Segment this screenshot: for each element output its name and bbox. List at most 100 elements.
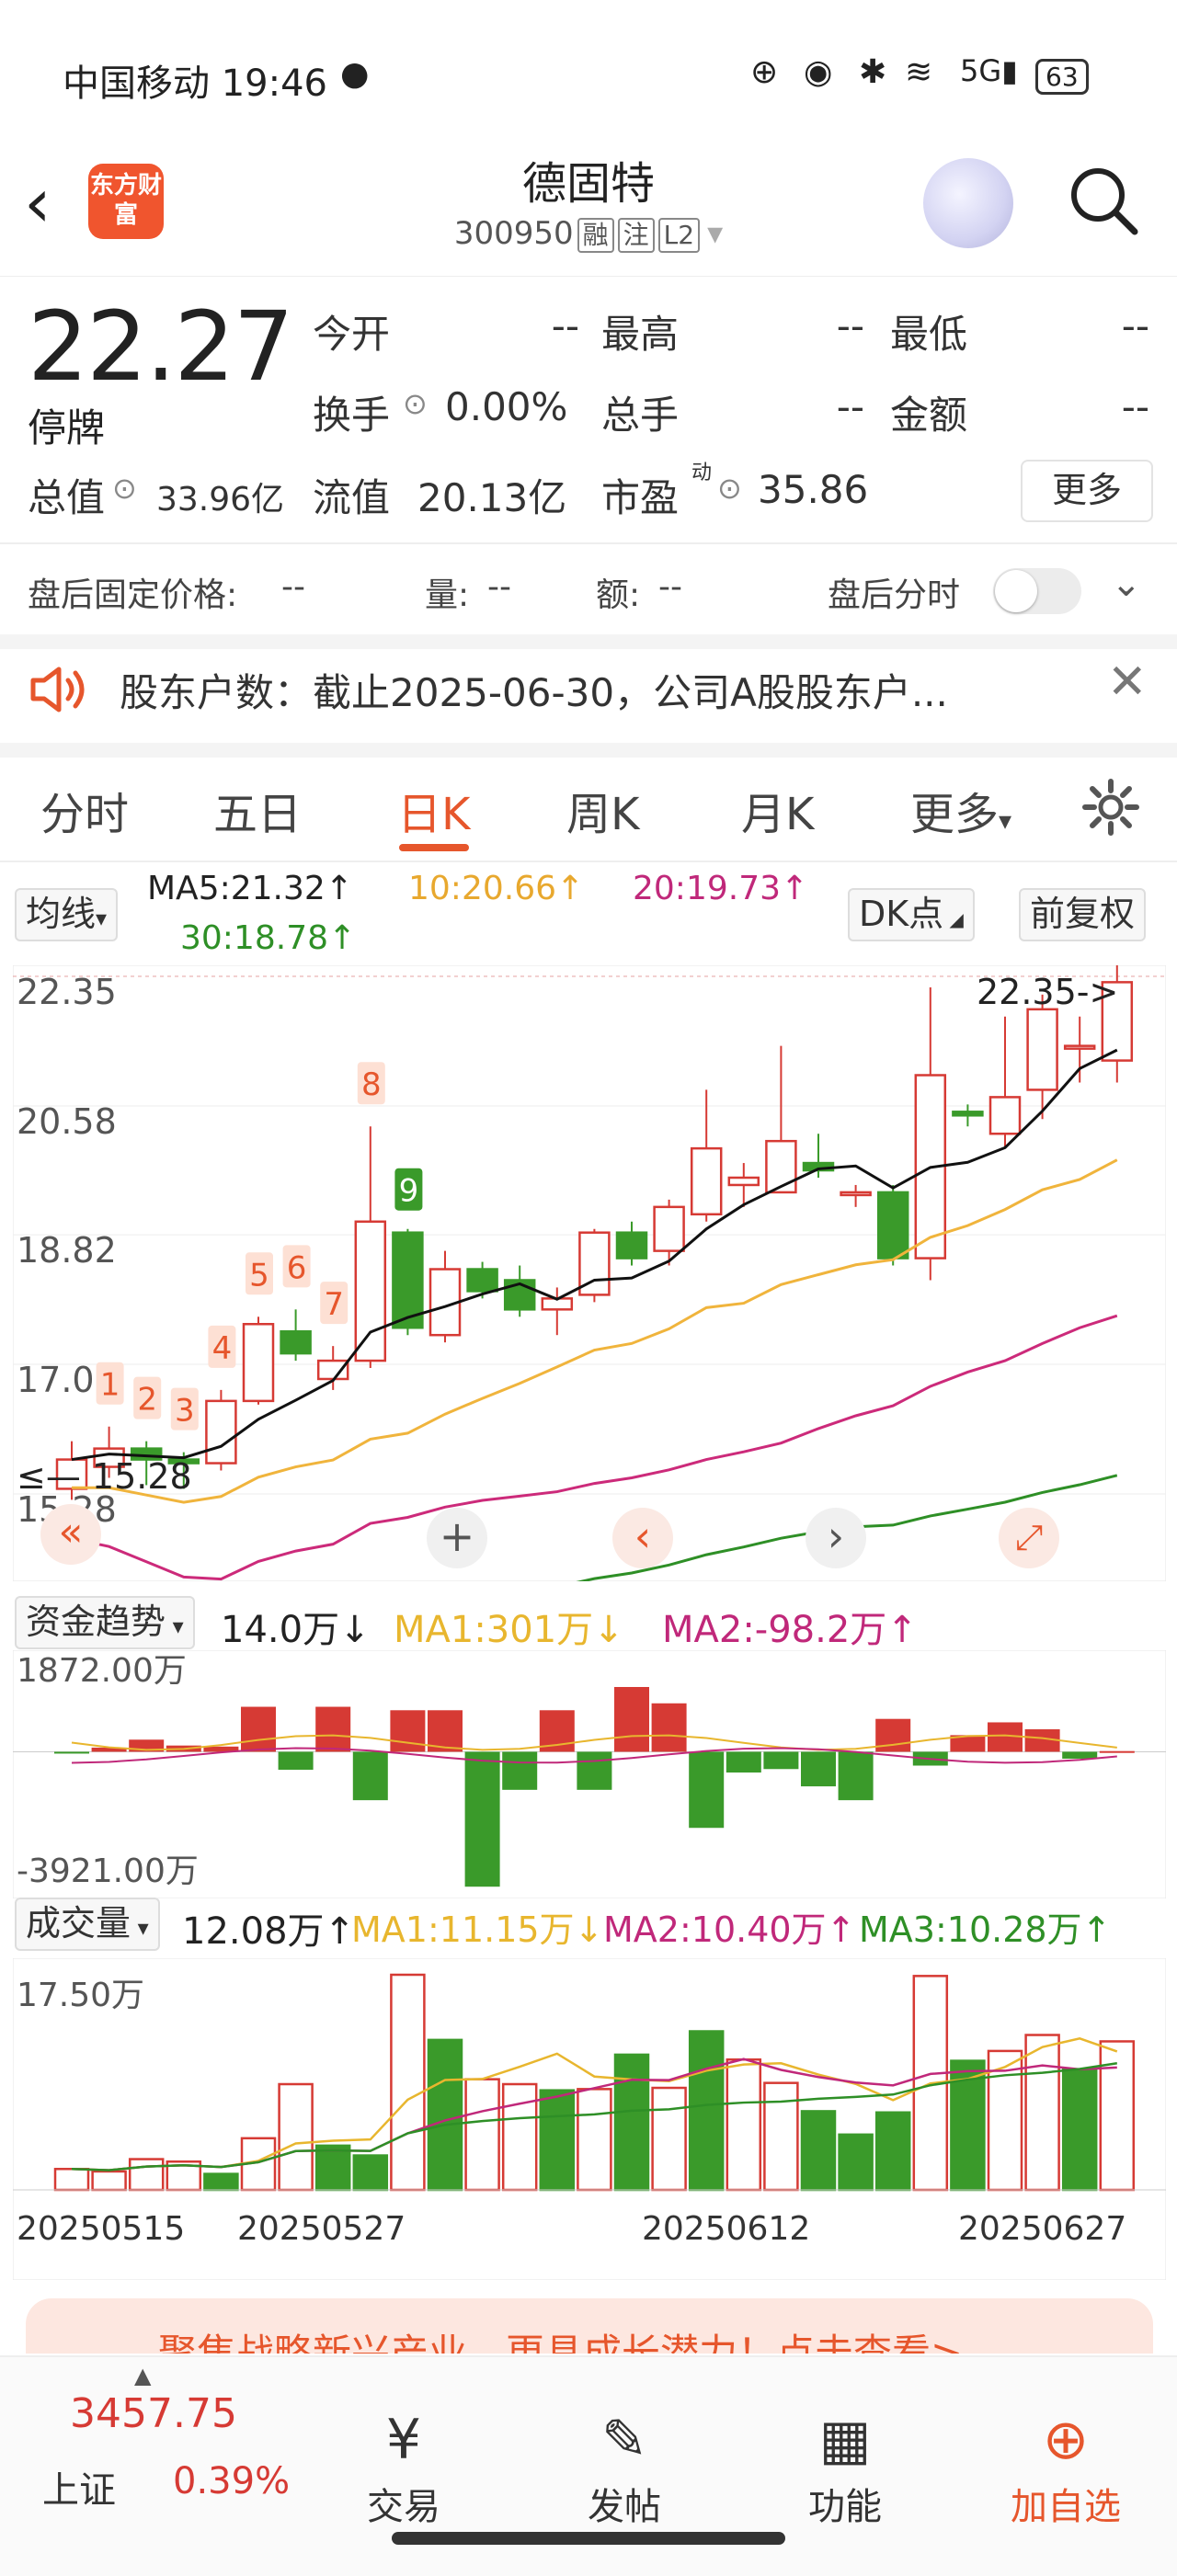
low-label: 最低: [890, 312, 968, 357]
pe-superscript: 动: [691, 462, 713, 484]
volume-bar: [838, 2133, 874, 2192]
close-icon[interactable]: ✕: [1107, 655, 1148, 710]
flow-bar: [352, 1751, 388, 1801]
wechat-icon: ●: [340, 55, 370, 93]
volume-x-tick: 20250515: [17, 2210, 185, 2248]
k-signal-marker: 9: [394, 1168, 423, 1211]
k-signal-marker: 6: [282, 1245, 311, 1288]
search-icon[interactable]: [1067, 164, 1140, 237]
flow-bar: [689, 1751, 725, 1829]
rewind-icon[interactable]: «: [40, 1504, 101, 1565]
fullscreen-icon[interactable]: ⤢: [999, 1508, 1059, 1568]
volume-ma2: MA2:10.40万↑: [603, 1909, 856, 1950]
volume-chart: 17.50万 20250515 20250527 20250612 20250627: [13, 1958, 1166, 2280]
dk-point-button[interactable]: DK点 ◢: [848, 888, 975, 941]
chart-prev-button[interactable]: ‹: [612, 1508, 673, 1568]
shareholder-notice[interactable]: 股东户数：截止2025-06-30，公司A股股东户...: [120, 662, 948, 718]
volume-ma1: MA1:11.15万↓: [351, 1909, 604, 1950]
k-signal-marker: 8: [357, 1062, 385, 1105]
volume-bar: [651, 2086, 687, 2192]
carrier-time: 中国移动 19:46: [63, 63, 327, 105]
flow-bar: [763, 1751, 799, 1770]
float-label: 流值: [313, 475, 391, 520]
tab-more[interactable]: 更多▾: [910, 778, 1011, 842]
nav-add-watchlist[interactable]: ⊕ 加自选: [997, 2403, 1135, 2530]
chart-next-button[interactable]: ›: [806, 1508, 866, 1568]
index-name[interactable]: 上证: [42, 2460, 116, 2513]
index-change: 0.39%: [173, 2460, 291, 2502]
ma10-label: 10:20.66↑: [408, 870, 585, 907]
volume-x-tick: 20250612: [642, 2210, 810, 2248]
tab-daily-k[interactable]: 日K: [397, 778, 470, 842]
nfc-icon: ⊕: [750, 53, 779, 91]
mktcap-value: 33.96亿: [156, 481, 285, 519]
amount-value: --: [1121, 384, 1149, 429]
fund-trend-select[interactable]: 资金趋势 ▾: [15, 1596, 195, 1649]
svg-text:9: 9: [399, 1173, 419, 1210]
after-hours-toggle[interactable]: [993, 568, 1081, 614]
signal-icon: 5G▮: [960, 53, 1018, 88]
flow-bar: [801, 1751, 836, 1787]
k-candle-body: [280, 1329, 312, 1355]
nav-post[interactable]: ✎ 发帖: [555, 2403, 693, 2530]
tag-rong: 融: [577, 218, 614, 253]
nav-functions[interactable]: ▦ 功能: [776, 2403, 914, 2530]
tab-monthly-k[interactable]: 月K: [741, 778, 814, 842]
k-price-marker: 22.35->: [977, 972, 1118, 1012]
volume-bar: [203, 2172, 239, 2192]
total-hands-value: --: [836, 384, 864, 429]
high-label: 最高: [601, 312, 680, 357]
promo-banner[interactable]: 聚焦战略新兴产业，更具成长潜力！点击查看>: [26, 2298, 1153, 2354]
after-hours-price: --: [281, 568, 305, 606]
adjustment-select[interactable]: 前复权: [1019, 888, 1147, 941]
flow-bar: [464, 1751, 500, 1887]
speaker-icon: [30, 667, 85, 712]
volume-bar: [390, 1973, 426, 2192]
volume-bar: [128, 2158, 165, 2192]
bluetooth-icon: ✱: [859, 53, 887, 91]
dropdown-icon[interactable]: ▾: [707, 215, 723, 252]
robot-assistant-icon[interactable]: [923, 158, 1013, 248]
mktcap-info-icon[interactable]: ⊙: [112, 471, 137, 506]
turnover-label: 换手: [313, 393, 391, 438]
volume-x-tick: 20250527: [237, 2210, 406, 2248]
volume-x-tick: 20250627: [958, 2210, 1126, 2248]
k-candle-body: [1026, 1008, 1058, 1091]
chevron-down-icon[interactable]: ⌄: [1111, 563, 1142, 605]
k-candle-body: [876, 1191, 909, 1260]
k-low-marker: ≤— 15.28: [17, 1456, 192, 1497]
k-candle-body: [952, 1111, 984, 1117]
more-quote-button[interactable]: 更多: [1021, 460, 1153, 522]
tag-zhu: 注: [617, 218, 655, 253]
settings-gear-icon[interactable]: [1081, 778, 1140, 837]
nav-trade[interactable]: ¥ 交易: [335, 2403, 473, 2530]
k-candle-body: [765, 1139, 797, 1194]
ma20-label: 20:19.73↑: [633, 870, 809, 907]
after-hours-vol: --: [487, 568, 511, 606]
tab-five-day[interactable]: 五日: [213, 778, 302, 842]
divider: [0, 634, 1177, 649]
ma-type-select[interactable]: 均线▾: [15, 888, 119, 941]
current-price: 22.27: [28, 291, 294, 403]
crosshair-add-icon[interactable]: +: [427, 1508, 487, 1568]
turnover-info-icon[interactable]: ⊙: [403, 386, 428, 421]
k-signal-marker: 7: [320, 1282, 349, 1325]
index-value[interactable]: 3457.75: [70, 2390, 237, 2437]
battery-icon: 63: [1035, 59, 1089, 95]
plus-circle-icon: ⊕: [1042, 2408, 1090, 2472]
after-hours-vol-label: 量:: [425, 576, 470, 614]
pe-info-icon[interactable]: ⊙: [717, 471, 742, 506]
daily-k-chart[interactable]: 22.3520.5818.8217.0515.2812345678922.35-…: [13, 965, 1166, 1581]
k-candle-body: [653, 1205, 685, 1252]
volume-bar: [1024, 2034, 1060, 2192]
flow-y-max: 1872.00万: [17, 1652, 187, 1690]
volume-bar: [1061, 2068, 1098, 2192]
tab-weekly-k[interactable]: 周K: [566, 778, 639, 842]
tab-intraday[interactable]: 分时: [40, 778, 129, 842]
volume-bar: [874, 2111, 911, 2192]
divider: [0, 861, 1177, 862]
volume-select[interactable]: 成交量 ▾: [15, 1898, 160, 1951]
flow-bar: [651, 1703, 687, 1752]
flow-bar: [838, 1751, 874, 1801]
k-signal-marker: 5: [246, 1252, 273, 1295]
